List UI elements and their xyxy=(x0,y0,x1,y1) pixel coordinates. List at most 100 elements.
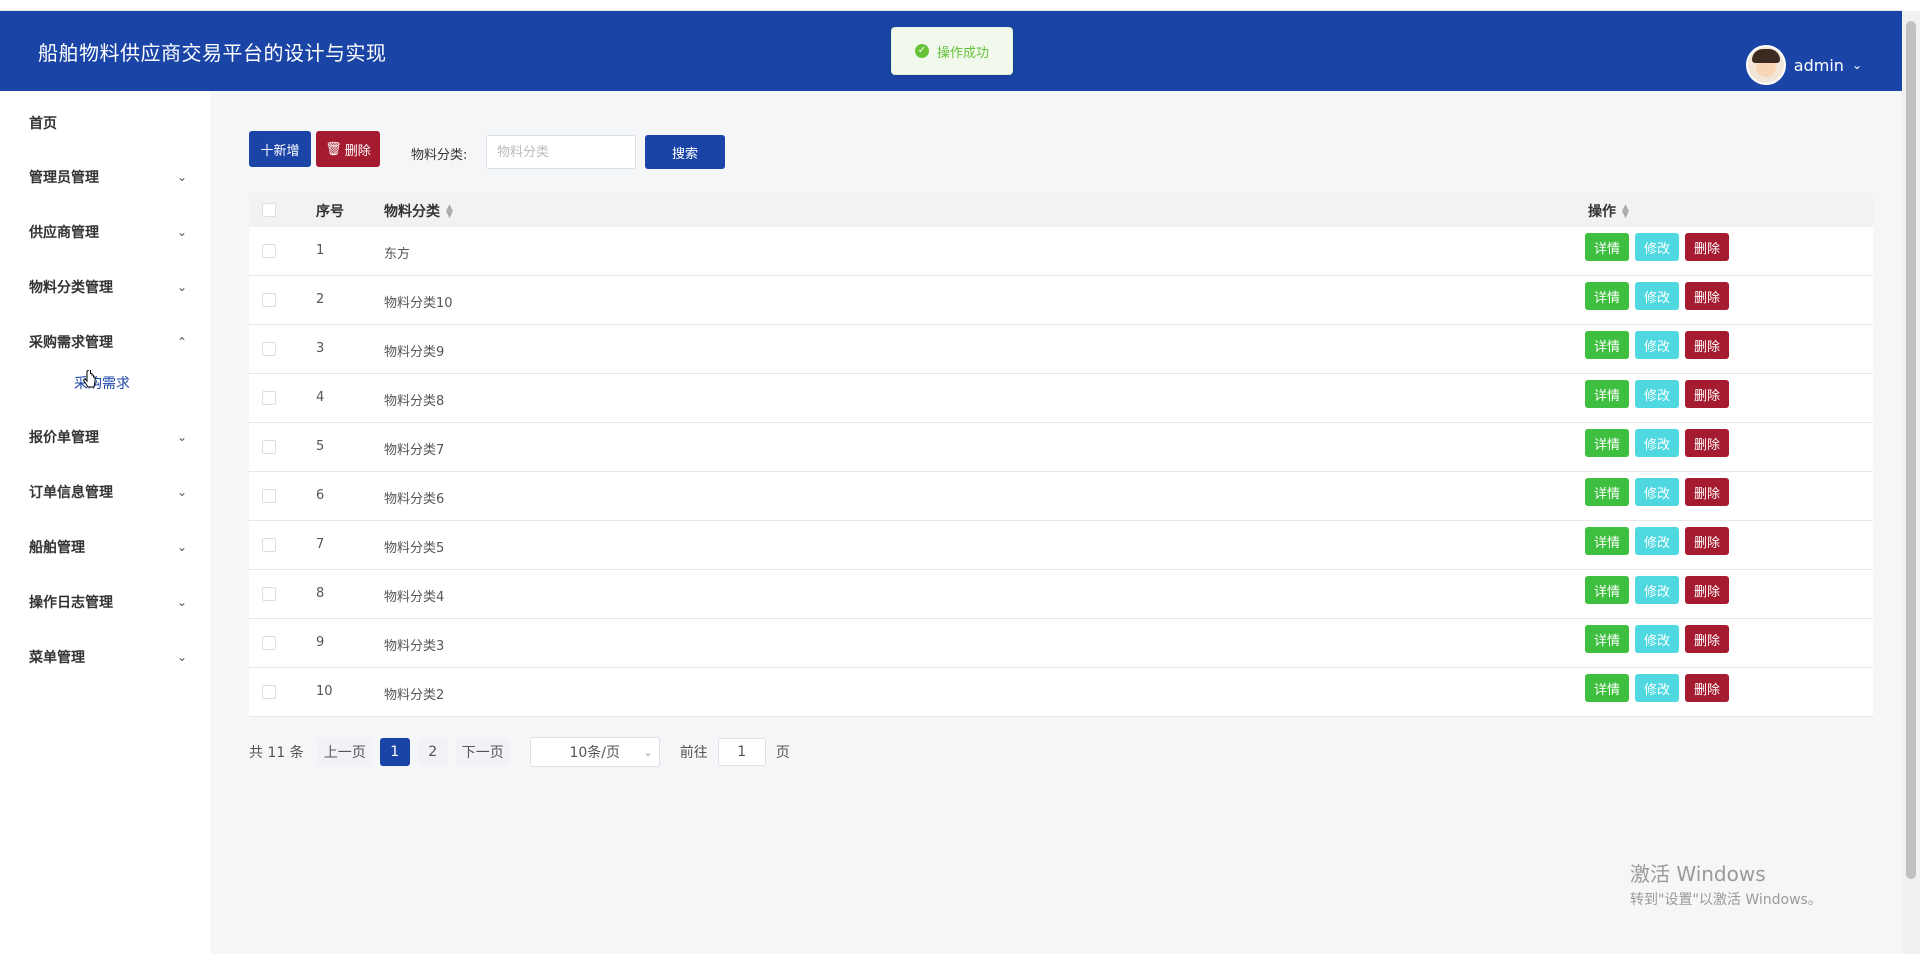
delete-button[interactable]: 删除 xyxy=(1685,576,1729,604)
row-actions: 详情 修改 删除 xyxy=(1585,233,1729,261)
select-all-checkbox[interactable] xyxy=(262,203,276,217)
next-page-button[interactable]: 下一页 xyxy=(455,738,510,766)
row-index: 8 xyxy=(316,586,325,601)
row-checkbox[interactable] xyxy=(262,342,276,356)
sidebar-item-label: 船舶管理 xyxy=(29,540,85,556)
detail-button[interactable]: 详情 xyxy=(1585,429,1629,457)
detail-button[interactable]: 详情 xyxy=(1585,625,1629,653)
row-checkbox[interactable] xyxy=(262,244,276,258)
row-actions: 详情 修改 删除 xyxy=(1585,674,1729,702)
chevron-up-icon: ⌃ xyxy=(177,335,188,349)
delete-button[interactable]: 删除 xyxy=(1685,674,1729,702)
row-checkbox[interactable] xyxy=(262,489,276,503)
sidebar-item-label: 操作日志管理 xyxy=(29,595,113,611)
delete-button[interactable]: 删除 xyxy=(1685,478,1729,506)
username[interactable]: admin xyxy=(1794,56,1844,75)
delete-button[interactable]: 删除 xyxy=(1685,380,1729,408)
page-size-select[interactable]: 10条/页 ⌄ xyxy=(529,737,660,767)
batch-delete-button[interactable]: 🗑 删除 xyxy=(316,131,380,167)
row-checkbox[interactable] xyxy=(262,636,276,650)
sort-icon[interactable]: ▲ ▼ xyxy=(446,204,453,220)
row-category: 物料分类5 xyxy=(384,541,445,556)
detail-button[interactable]: 详情 xyxy=(1585,576,1629,604)
row-checkbox[interactable] xyxy=(262,538,276,552)
success-toast: ✓ 操作成功 xyxy=(891,27,1013,75)
edit-button[interactable]: 修改 xyxy=(1635,527,1679,555)
user-menu[interactable]: admin ⌄ xyxy=(1745,45,1862,85)
search-button[interactable]: 搜索 xyxy=(645,135,725,169)
row-checkbox[interactable] xyxy=(262,293,276,307)
row-category: 物料分类7 xyxy=(384,443,445,458)
sidebar-item[interactable]: 菜单管理 ⌄ xyxy=(0,637,210,677)
edit-button[interactable]: 修改 xyxy=(1635,576,1679,604)
edit-button[interactable]: 修改 xyxy=(1635,233,1679,261)
browser-top-strip xyxy=(0,0,1902,11)
detail-button[interactable]: 详情 xyxy=(1585,674,1629,702)
chevron-down-icon: ⌄ xyxy=(177,650,188,664)
sidebar-item[interactable]: 物料分类管理 ⌄ xyxy=(0,267,210,307)
chevron-down-icon: ⌄ xyxy=(177,540,188,554)
delete-button[interactable]: 删除 xyxy=(1685,527,1729,555)
sidebar-item-label: 供应商管理 xyxy=(29,225,99,241)
table-row: 5 物料分类7 详情 修改 删除 xyxy=(249,423,1873,472)
sidebar-item[interactable]: 供应商管理 ⌄ xyxy=(0,212,210,252)
sidebar-item[interactable]: 订单信息管理 ⌄ xyxy=(0,472,210,512)
page-2-button[interactable]: 2 xyxy=(417,738,448,766)
delete-button[interactable]: 删除 xyxy=(1685,282,1729,310)
prev-page-button[interactable]: 上一页 xyxy=(317,738,372,766)
filter-label: 物料分类: xyxy=(411,148,468,163)
sidebar-item-label: 菜单管理 xyxy=(29,650,85,666)
row-index: 10 xyxy=(316,684,333,699)
delete-button[interactable]: 删除 xyxy=(1685,331,1729,359)
detail-button[interactable]: 详情 xyxy=(1585,527,1629,555)
row-index: 2 xyxy=(316,292,325,307)
delete-button[interactable]: 删除 xyxy=(1685,625,1729,653)
table-row: 6 物料分类6 详情 修改 删除 xyxy=(249,472,1873,521)
detail-button[interactable]: 详情 xyxy=(1585,478,1629,506)
watermark-line1: 激活 Windows xyxy=(1630,862,1766,886)
row-category: 物料分类3 xyxy=(384,639,445,654)
sidebar-item[interactable]: 报价单管理 ⌄ xyxy=(0,417,210,457)
sidebar-item[interactable]: 船舶管理 ⌄ xyxy=(0,527,210,567)
category-filter-input[interactable] xyxy=(486,135,636,169)
batch-delete-label: 删除 xyxy=(344,142,371,158)
row-actions: 详情 修改 删除 xyxy=(1585,282,1729,310)
row-index: 7 xyxy=(316,537,325,552)
edit-button[interactable]: 修改 xyxy=(1635,380,1679,408)
detail-button[interactable]: 详情 xyxy=(1585,282,1629,310)
delete-button[interactable]: 删除 xyxy=(1685,233,1729,261)
add-button[interactable]: 十新增 xyxy=(249,131,311,167)
page-1-button[interactable]: 1 xyxy=(379,738,410,766)
hand-cursor-icon xyxy=(83,370,96,388)
detail-button[interactable]: 详情 xyxy=(1585,331,1629,359)
row-checkbox[interactable] xyxy=(262,440,276,454)
sidebar-item[interactable]: 采购需求管理 ⌃ xyxy=(0,322,210,362)
total-count: 共 11 条 xyxy=(249,745,304,761)
goto-page-input[interactable]: 1 xyxy=(717,738,766,766)
table-row: 1 东方 详情 修改 删除 xyxy=(249,227,1873,276)
sort-icon[interactable]: ▲ ▼ xyxy=(1622,204,1629,220)
windows-activation-watermark: 激活 Windows 转到"设置"以激活 Windows。 xyxy=(1630,858,1822,909)
edit-button[interactable]: 修改 xyxy=(1635,331,1679,359)
row-actions: 详情 修改 删除 xyxy=(1585,576,1729,604)
edit-button[interactable]: 修改 xyxy=(1635,625,1679,653)
vertical-scrollbar[interactable] xyxy=(1902,11,1920,954)
scrollbar-thumb[interactable] xyxy=(1906,21,1916,879)
edit-button[interactable]: 修改 xyxy=(1635,478,1679,506)
row-checkbox[interactable] xyxy=(262,587,276,601)
sidebar-item[interactable]: 操作日志管理 ⌄ xyxy=(0,582,210,622)
header-ops[interactable]: 操作 ▲ ▼ xyxy=(1588,201,1629,221)
edit-button[interactable]: 修改 xyxy=(1635,282,1679,310)
chevron-down-icon[interactable]: ⌄ xyxy=(1852,58,1862,72)
delete-button[interactable]: 删除 xyxy=(1685,429,1729,457)
row-checkbox[interactable] xyxy=(262,685,276,699)
header-category[interactable]: 物料分类 ▲ ▼ xyxy=(384,201,453,221)
sidebar-item[interactable]: 首页 xyxy=(0,103,210,143)
row-checkbox[interactable] xyxy=(262,391,276,405)
edit-button[interactable]: 修改 xyxy=(1635,429,1679,457)
detail-button[interactable]: 详情 xyxy=(1585,380,1629,408)
sidebar-item[interactable]: 管理员管理 ⌄ xyxy=(0,157,210,197)
detail-button[interactable]: 详情 xyxy=(1585,233,1629,261)
edit-button[interactable]: 修改 xyxy=(1635,674,1679,702)
avatar[interactable] xyxy=(1745,45,1786,85)
